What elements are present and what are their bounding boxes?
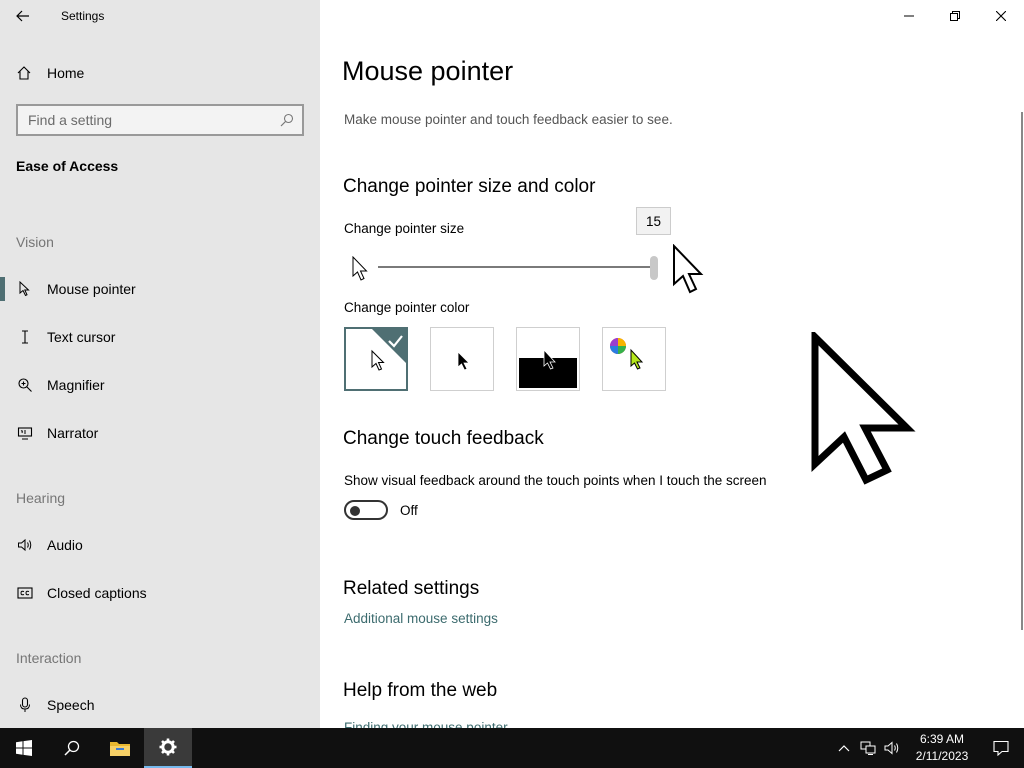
close-icon: [996, 11, 1006, 21]
restore-button[interactable]: [932, 0, 978, 32]
chevron-up-icon: [838, 745, 850, 752]
search-icon: [64, 740, 80, 756]
sidebar-item-text-cursor[interactable]: Text cursor: [0, 317, 320, 357]
minimize-button[interactable]: [886, 0, 932, 32]
app-title: Settings: [61, 9, 105, 23]
pointer-size-color-heading: Change pointer size and color: [343, 176, 596, 197]
show-hidden-icons-button[interactable]: [832, 728, 856, 768]
restore-icon: [950, 11, 960, 21]
sidebar-item-audio[interactable]: Audio: [0, 525, 320, 565]
touch-feedback-label: Show visual feedback around the touch po…: [344, 473, 767, 488]
sidebar-item-label: Narrator: [47, 425, 99, 441]
clock[interactable]: 6:39 AM 2/11/2023: [910, 731, 974, 765]
magnifier-icon: [16, 377, 34, 393]
clock-time: 6:39 AM: [919, 732, 965, 746]
help-from-web-heading: Help from the web: [343, 680, 498, 701]
search-box[interactable]: [16, 104, 304, 136]
related-settings-heading: Related settings: [343, 578, 480, 599]
minimize-icon: [904, 15, 914, 17]
taskbar: 6:39 AM 2/11/2023: [0, 728, 1024, 768]
home-nav-item[interactable]: Home: [0, 56, 320, 90]
back-arrow-icon: [16, 10, 29, 22]
network-button[interactable]: [856, 728, 880, 768]
pointer-size-slider[interactable]: [378, 266, 656, 268]
folder-icon: [110, 742, 130, 756]
main-content: Mouse pointer Make mouse pointer and tou…: [320, 0, 1024, 728]
sidebar-item-label: Audio: [47, 537, 83, 553]
home-label: Home: [47, 65, 85, 81]
file-explorer-button[interactable]: [96, 728, 144, 768]
group-label-vision: Vision: [16, 234, 54, 250]
pointer-size-label: Change pointer size: [344, 221, 465, 236]
group-label-hearing: Hearing: [16, 490, 66, 506]
gear-icon: [159, 738, 177, 756]
pointer-size-value: 15: [636, 207, 671, 235]
notification-icon: [993, 740, 1009, 756]
closed-captions-icon: [16, 586, 34, 600]
windows-logo-icon: [16, 740, 32, 756]
additional-mouse-settings-link[interactable]: Additional mouse settings: [344, 611, 498, 626]
sidebar: Settings Home Ease of Access Vision Mous…: [0, 0, 320, 728]
sidebar-item-closed-captions[interactable]: Closed captions: [0, 573, 320, 613]
clock-date: 2/11/2023: [915, 749, 969, 763]
scrollbar[interactable]: [1021, 112, 1023, 630]
back-button[interactable]: [0, 0, 46, 32]
pointer-color-white[interactable]: [344, 327, 408, 391]
settings-taskbar-button[interactable]: [144, 728, 192, 768]
search-input[interactable]: [28, 112, 280, 128]
close-button[interactable]: [978, 0, 1024, 32]
action-center-button[interactable]: [978, 728, 1024, 768]
large-pointer-icon: [672, 243, 708, 301]
home-icon: [16, 65, 32, 81]
sidebar-item-label: Closed captions: [47, 585, 147, 601]
microphone-icon: [16, 697, 34, 713]
search-taskbar-button[interactable]: [48, 728, 96, 768]
system-tray: 6:39 AM 2/11/2023: [832, 728, 1024, 768]
slider-thumb[interactable]: [650, 256, 658, 280]
pointer-color-custom[interactable]: [602, 327, 666, 391]
small-pointer-icon: [352, 255, 370, 287]
text-cursor-icon: [16, 329, 34, 345]
toggle-state-label: Off: [400, 503, 418, 518]
start-button[interactable]: [0, 728, 48, 768]
page-description: Make mouse pointer and touch feedback ea…: [344, 112, 673, 127]
narrator-icon: [16, 425, 34, 441]
group-label-interaction: Interaction: [16, 650, 82, 666]
sidebar-item-label: Mouse pointer: [47, 281, 136, 297]
pointer-color-black[interactable]: [430, 327, 494, 391]
finding-mouse-pointer-link[interactable]: Finding your mouse pointer: [344, 720, 508, 728]
large-pointer-preview-icon: [810, 328, 920, 492]
volume-icon: [884, 741, 899, 755]
sidebar-item-speech[interactable]: Speech: [0, 685, 320, 725]
section-heading: Ease of Access: [16, 158, 119, 174]
sidebar-item-label: Magnifier: [47, 377, 105, 393]
sidebar-item-narrator[interactable]: Narrator: [0, 413, 320, 453]
touch-feedback-heading: Change touch feedback: [343, 428, 544, 449]
speaker-icon: [16, 537, 34, 553]
pointer-color-label: Change pointer color: [344, 300, 470, 315]
toggle-knob: [350, 506, 360, 516]
sidebar-item-mouse-pointer[interactable]: Mouse pointer: [0, 269, 320, 309]
window-controls: [886, 0, 1024, 32]
page-title: Mouse pointer: [342, 56, 514, 86]
sidebar-item-magnifier[interactable]: Magnifier: [0, 365, 320, 405]
sidebar-item-label: Text cursor: [47, 329, 116, 345]
mouse-pointer-icon: [16, 281, 34, 297]
touch-feedback-toggle[interactable]: [344, 500, 388, 520]
network-icon: [860, 741, 876, 755]
title-bar: Settings: [0, 0, 320, 32]
search-icon[interactable]: [280, 113, 294, 127]
volume-button[interactable]: [880, 728, 904, 768]
sidebar-item-label: Speech: [47, 697, 95, 713]
pointer-color-inverted[interactable]: [516, 327, 580, 391]
